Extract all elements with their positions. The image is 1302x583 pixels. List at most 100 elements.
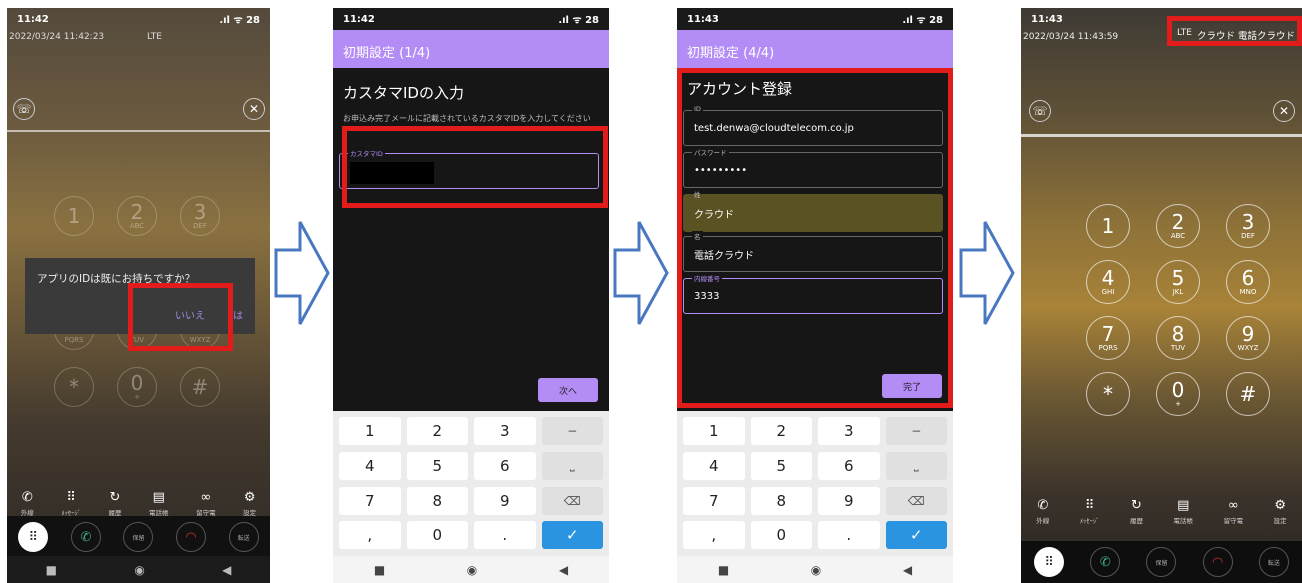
keyboard-key[interactable]: 4 [339,451,401,480]
hangup-icon[interactable]: ◠ [176,522,207,552]
close-icon[interactable]: ✕ [243,98,265,120]
hangup-icon[interactable]: ◠ [1202,547,1233,577]
toolbar-icon: ✆ [21,490,33,505]
keyboard-key[interactable]: 1 [339,417,401,445]
keyboard-key[interactable]: 1 [683,417,745,445]
home-icon[interactable]: ◉ [811,563,821,577]
back-icon[interactable]: ◀ [559,563,568,577]
back-icon[interactable]: ◀ [903,563,912,577]
dial-key-4[interactable]: 4 GHI [1086,260,1130,304]
call-icon[interactable]: ✆ [1090,547,1121,577]
close-icon[interactable]: ✕ [1273,100,1295,122]
keyboard-key[interactable]: 8 [406,486,468,515]
toolbar-item[interactable]: ▤ 電話帳 [149,490,169,517]
toolbar-item[interactable]: ∞ 留守電 [1224,498,1244,525]
next-button[interactable]: 次へ [538,378,598,402]
dial-key-7[interactable]: 7PQRS [1086,316,1130,360]
toolbar-label: 電話帳 [1173,517,1194,525]
numeric-keyboard: 1 2 3− 4 5 6 ⎵ 7 8 9 ⌫, 0. ✓ [677,411,953,556]
keyboard-key[interactable]: 6 [474,451,536,480]
dial-key-0[interactable]: 0 + [1156,372,1200,416]
keyboard-key[interactable]: − [541,417,603,445]
dial-key-2[interactable]: 2 ABC [117,196,157,236]
toolbar-item[interactable]: ↻ 履歴 [1130,498,1143,525]
toolbar-item[interactable]: ▤ 電話帳 [1174,498,1194,525]
datetime-label: 2022/03/24 11:43:59 [1023,32,1119,42]
toolbar-item[interactable]: ✆ 外線 [1036,498,1049,525]
keyboard-key[interactable]: ⎵ [885,451,947,480]
keyboard-key[interactable]: 6 [818,451,880,480]
dialpad-icon[interactable]: ⠿ [1034,547,1065,577]
toolbar-icon: ↻ [109,490,121,505]
dial-key-3[interactable]: 3 DEF [1226,204,1270,248]
dial-key-1[interactable]: 1 [1086,204,1130,248]
keyboard-key[interactable]: ✓ [885,521,947,550]
keyboard-key[interactable]: 5 [750,451,812,480]
transfer-button[interactable]: 転送 [1258,547,1289,577]
keyboard-key[interactable]: 2 [750,417,812,445]
phone-icon[interactable]: ☏ [13,98,35,120]
keyboard-key[interactable]: 9 [818,486,880,515]
toolbar-item[interactable]: ∞ 留守電 [196,490,216,517]
dial-key-star[interactable]: * [54,367,94,407]
keyboard-key[interactable]: 7 [683,486,745,515]
yes-button[interactable]: は [233,307,243,322]
toolbar-item[interactable]: ✆ 外線 [21,490,34,517]
dial-key-3[interactable]: 3 DEF [180,196,220,236]
keyboard-key[interactable]: ✓ [541,521,603,550]
call-icon[interactable]: ✆ [70,522,101,552]
system-nav-bar: ■ ◉ ◀ [7,556,270,583]
keyboard-key[interactable]: 8 [750,486,812,515]
dial-key-hash[interactable]: # [180,367,220,407]
dial-key-9[interactable]: 9WXYZ [1226,316,1270,360]
keyboard-key[interactable]: , [683,521,745,550]
keyboard-key[interactable]: − [885,417,947,445]
recents-icon[interactable]: ■ [46,563,57,577]
keyboard-key[interactable]: , [339,521,401,550]
toolbar-item[interactable]: ⚙ 設定 [1274,498,1287,525]
keyboard-key[interactable]: 2 [406,417,468,445]
recents-icon[interactable]: ■ [718,563,729,577]
dial-key-6[interactable]: 6 MNO [1226,260,1270,304]
home-icon[interactable]: ◉ [467,563,477,577]
keyboard-key[interactable]: . [474,521,536,550]
keyboard-key[interactable]: 0 [406,521,468,550]
back-icon[interactable]: ◀ [222,563,231,577]
toolbar-item[interactable]: ⠿ ﾒｯｾｰｼﾞ [61,490,81,517]
keyboard-key[interactable]: 9 [474,486,536,515]
toolbar-item[interactable]: ⚙ 設定 [243,490,256,517]
hold-button[interactable]: 保留 [1146,547,1177,577]
home-icon[interactable]: ◉ [134,563,144,577]
keyboard-key[interactable]: ⌫ [541,486,603,515]
toolbar-icon: ∞ [200,490,212,505]
hold-button[interactable]: 保留 [123,522,154,552]
keyboard-key[interactable]: 3 [818,417,880,445]
highlight-box [128,283,233,351]
keyboard-key[interactable]: 7 [339,486,401,515]
toolbar-item[interactable]: ↻ 履歴 [108,490,121,517]
keyboard-key[interactable]: ⌫ [885,486,947,515]
dial-key-star[interactable]: * [1086,372,1130,416]
toolbar-item[interactable]: ⠿ ﾒｯｾｰｼﾞ [1080,498,1100,525]
dial-digit: * [1103,382,1113,406]
keyboard-key[interactable]: 4 [683,451,745,480]
dial-key-5[interactable]: 5 JKL [1156,260,1200,304]
network-label: LTE [147,32,162,42]
dial-key-8[interactable]: 8TUV [1156,316,1200,360]
phone-icon[interactable]: ☏ [1029,100,1051,122]
dial-key-0[interactable]: 0 + [117,367,157,407]
keyboard-key[interactable]: ⎵ [541,451,603,480]
dial-key-hash[interactable]: # [1226,372,1270,416]
numeric-keyboard: 1 2 3− 4 5 6 ⎵ 7 8 9 ⌫, 0. ✓ [333,411,609,556]
keyboard-key[interactable]: 0 [750,521,812,550]
dial-key-2[interactable]: 2 ABC [1156,204,1200,248]
recents-icon[interactable]: ■ [374,563,385,577]
keyboard-key[interactable]: . [818,521,880,550]
keyboard-key[interactable]: 3 [474,417,536,445]
dial-key-1[interactable]: 1 [54,196,94,236]
keyboard-key[interactable]: 5 [406,451,468,480]
dialpad-icon[interactable]: ⠿ [18,522,49,552]
page-description: お申込み完了メールに記載されているカスタマIDを入力してください [343,114,591,123]
dial-letters: TUV [1170,344,1186,352]
transfer-button[interactable]: 転送 [228,522,259,552]
